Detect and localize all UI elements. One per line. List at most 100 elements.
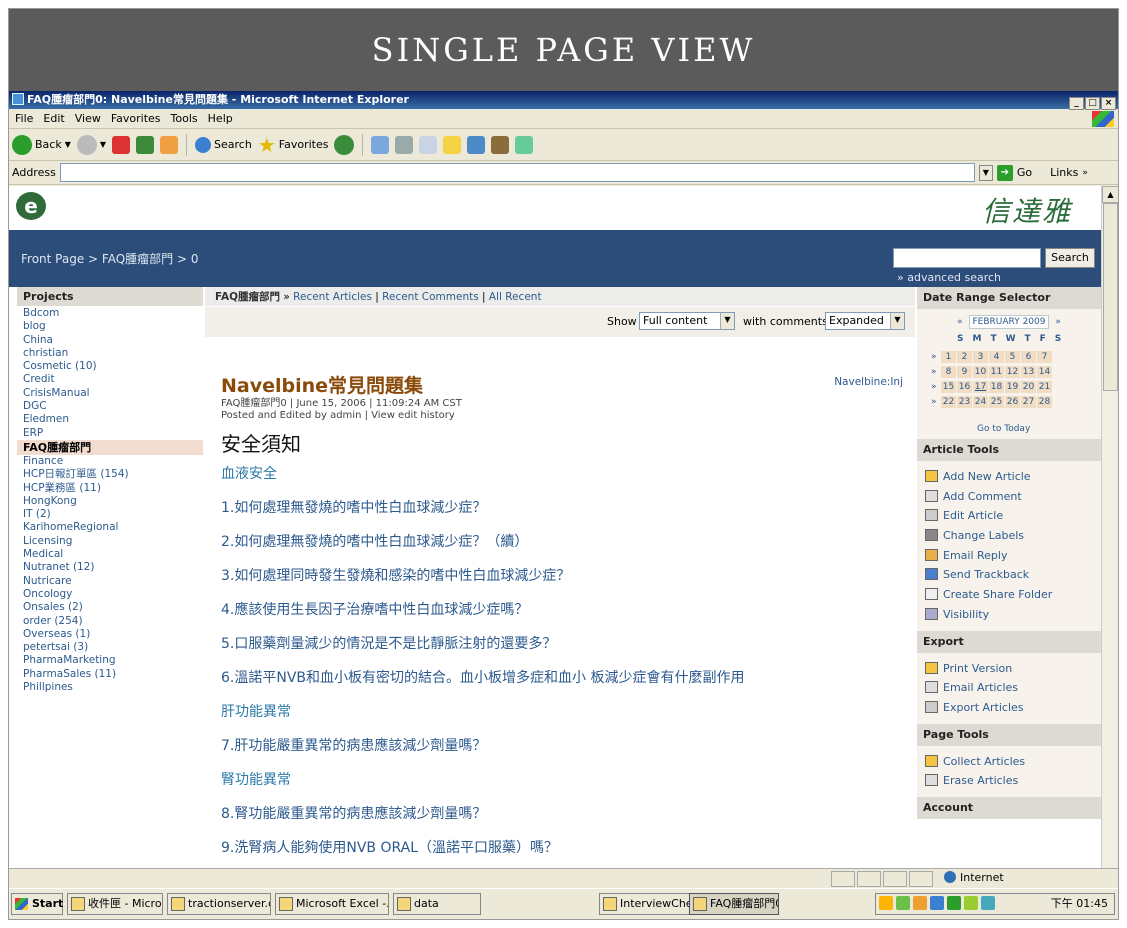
folder-icon[interactable] xyxy=(443,135,462,154)
site-logo[interactable]: e xyxy=(16,192,46,220)
taskbar-item[interactable]: Microsoft Excel -... xyxy=(275,893,389,915)
history-icon[interactable] xyxy=(334,134,355,155)
forward-button[interactable]: ▼ xyxy=(76,134,106,155)
week-select-link[interactable]: » xyxy=(931,397,941,407)
week-select-link[interactable]: » xyxy=(931,352,941,362)
messenger-icon[interactable] xyxy=(467,135,486,154)
tool-visibility[interactable]: Visibility xyxy=(925,605,1101,625)
menu-edit[interactable]: Edit xyxy=(43,112,64,125)
menu-tools[interactable]: Tools xyxy=(171,112,198,125)
calendar-day[interactable]: 23 xyxy=(957,396,972,408)
export-export-articles[interactable]: Export Articles xyxy=(925,698,1101,718)
faq-category[interactable]: 腎功能異常 xyxy=(221,763,911,797)
project-item[interactable]: Nutranet (12) xyxy=(17,561,203,574)
chevron-right-icon[interactable]: » xyxy=(1082,168,1088,178)
links-label[interactable]: Links xyxy=(1050,166,1078,179)
tool-change-labels[interactable]: Change Labels xyxy=(925,526,1101,546)
project-item[interactable]: blog xyxy=(17,320,203,333)
tool-edit-article[interactable]: Edit Article xyxy=(925,506,1101,526)
calendar-day[interactable]: 3 xyxy=(973,351,988,363)
calendar-day[interactable]: 8 xyxy=(941,366,956,378)
calendar-day[interactable]: 27 xyxy=(1021,396,1036,408)
project-item[interactable]: Oncology xyxy=(17,588,203,601)
faq-category[interactable]: 血液安全 xyxy=(221,457,911,491)
taskbar-item[interactable]: tractionserver.c... xyxy=(167,893,271,915)
taskbar-clock[interactable]: 下午 01:45 xyxy=(1051,894,1108,914)
calendar-day[interactable]: 4 xyxy=(989,351,1004,363)
calendar-day[interactable]: 28 xyxy=(1037,396,1052,408)
menu-favorites[interactable]: Favorites xyxy=(111,112,161,125)
menu-view[interactable]: View xyxy=(75,112,101,125)
project-item[interactable]: Onsales (2) xyxy=(17,601,203,614)
taskbar-item[interactable]: data xyxy=(393,893,481,915)
pagetool-collect-articles[interactable]: Collect Articles xyxy=(925,752,1101,772)
vertical-scrollbar[interactable]: ▲ xyxy=(1101,186,1118,868)
print-icon[interactable] xyxy=(395,135,414,154)
calendar-day[interactable]: 9 xyxy=(957,366,972,378)
calendar-day[interactable]: 6 xyxy=(1021,351,1036,363)
calendar-day[interactable]: 16 xyxy=(957,381,972,393)
calendar-day[interactable]: 19 xyxy=(1005,381,1020,393)
calendar-day[interactable]: 17 xyxy=(973,381,988,393)
tool-email-reply[interactable]: Email Reply xyxy=(925,546,1101,566)
breadcrumb[interactable]: Front Page > FAQ腫瘤部門 > 0 xyxy=(21,250,198,267)
calendar-day[interactable]: 20 xyxy=(1021,381,1036,393)
project-item[interactable]: DGC xyxy=(17,400,203,413)
project-item[interactable]: Licensing xyxy=(17,535,203,548)
calendar-day[interactable]: 24 xyxy=(973,396,988,408)
tray-app-icon[interactable] xyxy=(964,896,978,910)
project-item[interactable]: PharmaMarketing xyxy=(17,654,203,667)
start-button[interactable]: Start xyxy=(11,893,63,915)
faq-link[interactable]: 1.如何處理無發燒的嗜中性白血球減少症？ xyxy=(221,491,911,525)
recent-comments-link[interactable]: Recent Comments xyxy=(382,291,479,303)
project-item[interactable]: HCP業務區 (11) xyxy=(17,482,203,495)
mail-icon[interactable] xyxy=(371,135,390,154)
recent-articles-link[interactable]: Recent Articles xyxy=(293,291,372,303)
project-item[interactable]: China xyxy=(17,334,203,347)
all-recent-link[interactable]: All Recent xyxy=(489,291,542,303)
go-arrow-icon[interactable]: ➔ xyxy=(996,164,1013,181)
tool-create-share-folder[interactable]: Create Share Folder xyxy=(925,585,1101,605)
project-item[interactable]: HCP日報訂單區 (154) xyxy=(17,468,203,481)
project-item[interactable]: Finance xyxy=(17,455,203,468)
pagetool-erase-articles[interactable]: Erase Articles xyxy=(925,771,1101,791)
tray-network-icon[interactable] xyxy=(930,896,944,910)
address-dropdown-icon[interactable]: ▼ xyxy=(978,164,993,181)
calendar-day[interactable]: 2 xyxy=(957,351,972,363)
next-month-button[interactable]: » xyxy=(1052,316,1064,328)
tray-msg-icon[interactable] xyxy=(981,896,995,910)
faq-link[interactable]: 3.如何處理同時發生發燒和感染的嗜中性白血球減少症？ xyxy=(221,559,911,593)
calendar-day[interactable]: 1 xyxy=(941,351,956,363)
scroll-thumb[interactable] xyxy=(1103,203,1118,391)
calendar-day[interactable]: 7 xyxy=(1037,351,1052,363)
week-select-link[interactable]: » xyxy=(931,367,941,377)
people-icon[interactable] xyxy=(515,135,534,154)
tray-shield-icon[interactable] xyxy=(896,896,910,910)
calendar-day[interactable]: 21 xyxy=(1037,381,1052,393)
faq-category[interactable]: 肝功能異常 xyxy=(221,695,911,729)
taskbar-item[interactable]: FAQ腫瘤部門0:... xyxy=(689,893,779,915)
calendar-day[interactable]: 5 xyxy=(1005,351,1020,363)
article-title[interactable]: Navelbine常見問題集 xyxy=(221,371,911,398)
project-item[interactable]: HongKong xyxy=(17,495,203,508)
faq-link[interactable]: 8.腎功能嚴重異常的病患應該減少劑量嗎？ xyxy=(221,797,911,831)
home-icon[interactable] xyxy=(160,135,179,154)
project-item[interactable]: CrisisManual xyxy=(17,387,203,400)
advanced-search-link[interactable]: » advanced search xyxy=(897,271,1001,284)
tray-clock-icon[interactable] xyxy=(879,896,893,910)
project-item[interactable]: IT (2) xyxy=(17,508,203,521)
faq-link[interactable]: 7.肝功能嚴重異常的病患應該減少劑量嗎？ xyxy=(221,729,911,763)
project-item[interactable]: PharmaSales (11) xyxy=(17,668,203,681)
faq-link[interactable]: 9.洗腎病人能夠使用NVB ORAL（溫諾平口服藥）嗎？ xyxy=(221,831,911,865)
faq-link[interactable]: 4.應該使用生長因子治療嗜中性白血球減少症嗎？ xyxy=(221,593,911,627)
go-button[interactable]: Go xyxy=(1017,166,1032,179)
calendar-day[interactable]: 11 xyxy=(989,366,1004,378)
show-select[interactable]: Full content ▼ xyxy=(639,312,735,330)
tool-add-comment[interactable]: Add Comment xyxy=(925,487,1101,507)
project-item[interactable]: order (254) xyxy=(17,615,203,628)
site-search-input[interactable] xyxy=(893,248,1041,268)
prev-month-button[interactable]: « xyxy=(954,316,966,328)
export-print-version[interactable]: Print Version xyxy=(925,659,1101,679)
week-select-link[interactable]: » xyxy=(931,382,941,392)
back-button[interactable]: Back ▼ xyxy=(12,134,71,155)
